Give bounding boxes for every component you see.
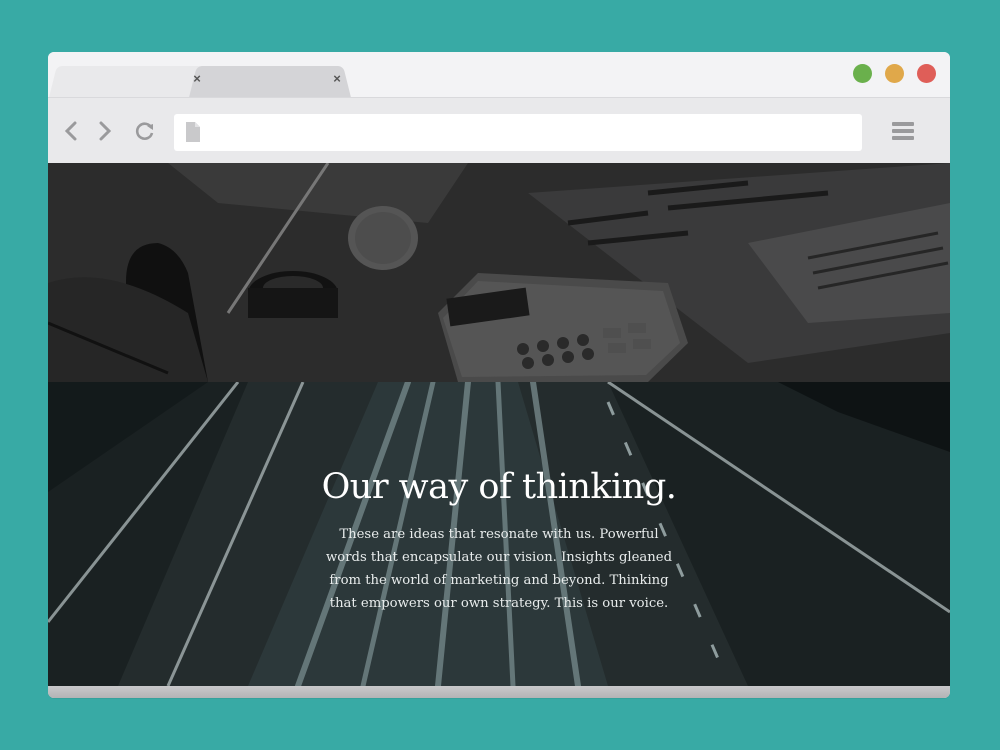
back-button[interactable]	[60, 118, 82, 144]
chevron-left-icon	[64, 121, 77, 141]
minimize-button[interactable]	[885, 64, 904, 83]
window-controls	[853, 64, 936, 83]
web-page: Our way of thinking. These are ideas tha…	[48, 163, 950, 686]
forward-button[interactable]	[94, 118, 116, 144]
hero-text: Our way of thinking. These are ideas tha…	[48, 467, 950, 615]
browser-window: × × Our way of thinking. These are ideas…	[48, 52, 950, 698]
page-icon	[186, 122, 200, 142]
toolbar	[48, 97, 950, 164]
menu-button[interactable]	[892, 120, 914, 142]
close-window-button[interactable]	[917, 64, 936, 83]
tab-close-button[interactable]: ×	[330, 72, 344, 86]
tab-close-button[interactable]: ×	[190, 72, 204, 86]
tab-inactive[interactable]: ×	[200, 66, 341, 97]
hamburger-icon	[892, 122, 914, 140]
window-bottom-edge	[48, 686, 950, 698]
reload-icon	[135, 122, 154, 140]
reload-button[interactable]	[134, 118, 156, 144]
desk-photo-banner	[48, 163, 950, 382]
address-bar[interactable]	[174, 114, 862, 151]
desk-photo	[48, 163, 950, 382]
tab-active[interactable]: ×	[60, 66, 201, 97]
tab-bar: × ×	[48, 52, 950, 97]
maximize-button[interactable]	[853, 64, 872, 83]
road-photo-section: Our way of thinking. These are ideas tha…	[48, 382, 950, 686]
hero-description: These are ideas that resonate with us. P…	[325, 527, 673, 611]
chevron-right-icon	[99, 121, 112, 141]
hero-headline: Our way of thinking.	[321, 467, 677, 507]
